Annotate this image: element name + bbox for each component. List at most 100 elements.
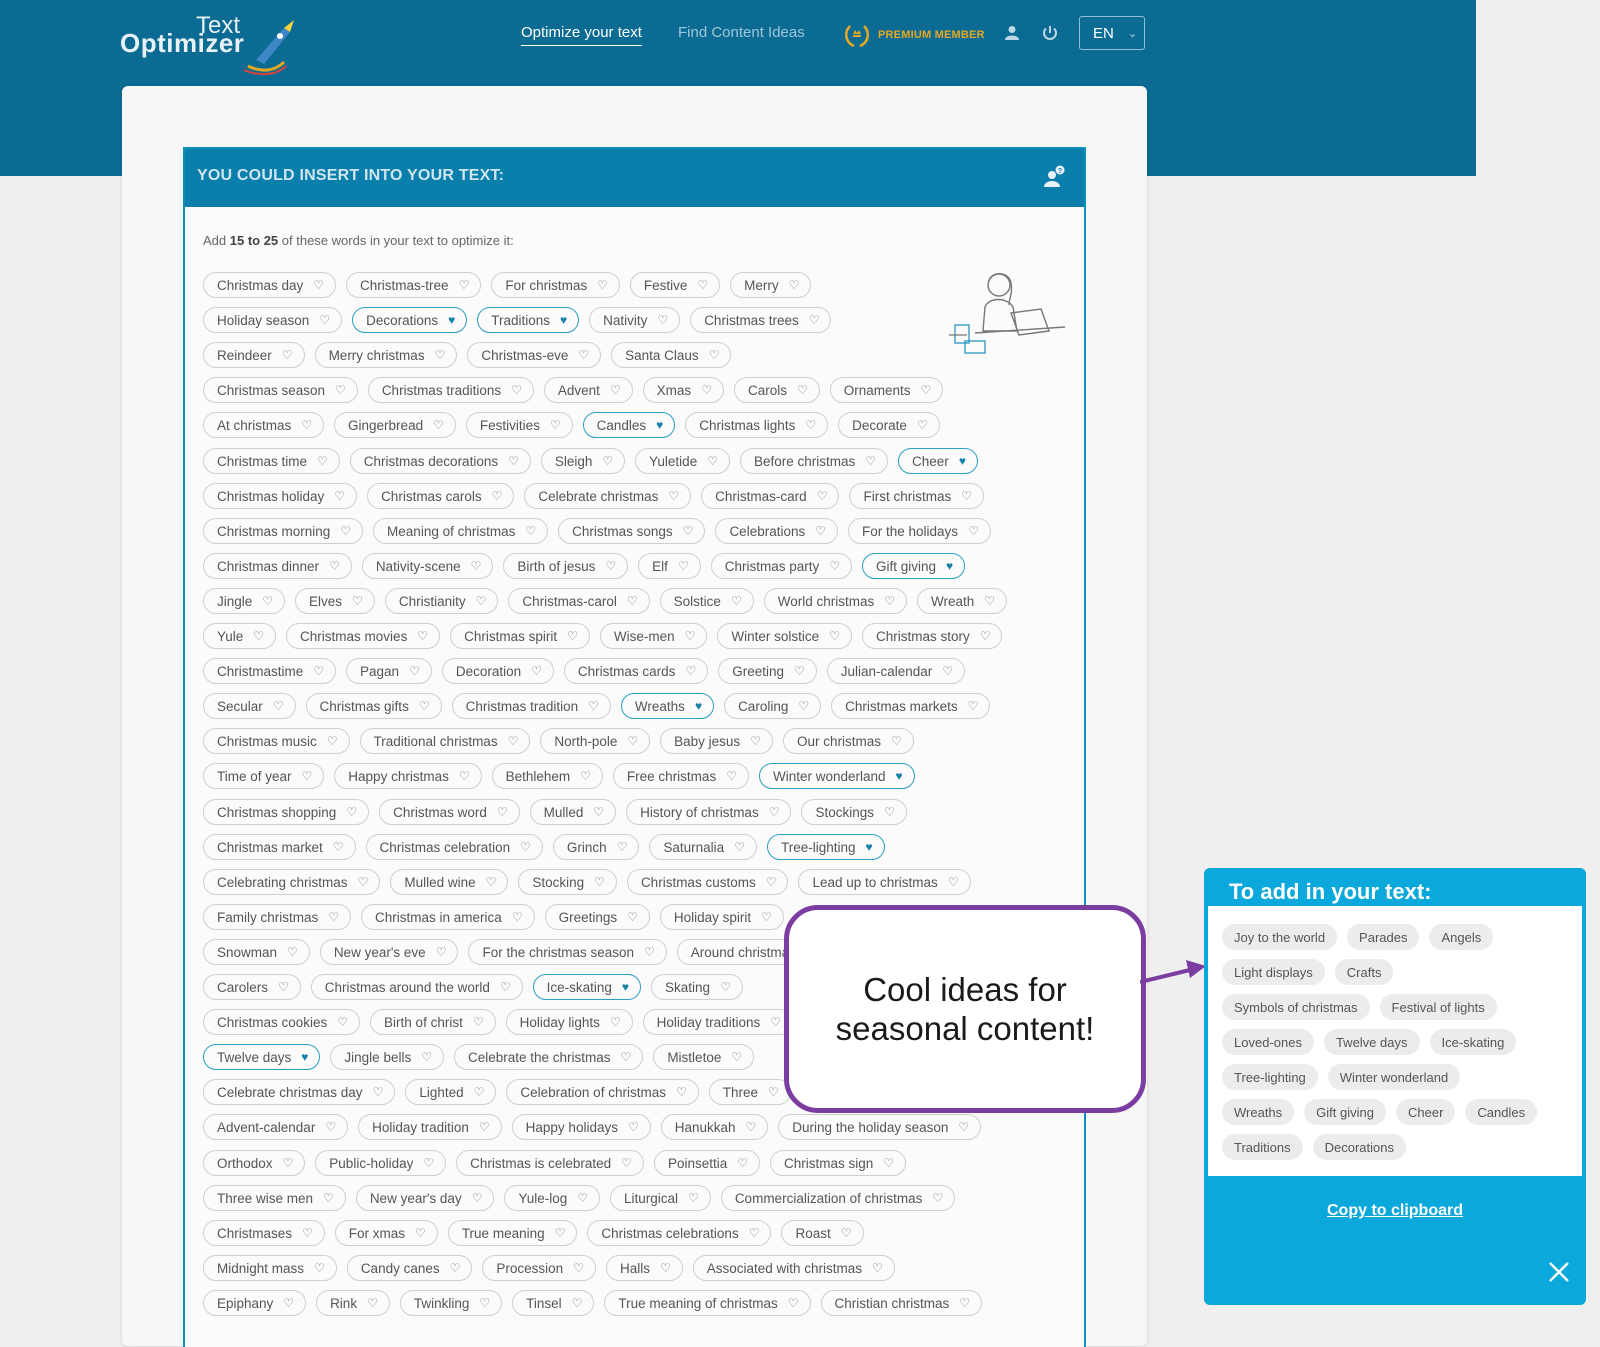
language-select[interactable]: EN ⌄ [1079,16,1145,50]
keyword-tag[interactable]: Julian-calendar ♡ [826,658,966,684]
heart-icon[interactable]: ♡ [531,665,542,677]
keyword-tag[interactable]: Christmas-carol ♡ [508,588,650,614]
keyword-tag[interactable]: Three wise men ♡ [203,1185,346,1211]
selected-word-chip[interactable]: Festival of lights [1379,994,1497,1020]
keyword-tag[interactable]: For xmas ♡ [334,1220,438,1246]
keyword-tag[interactable]: Pagan ♡ [346,658,432,684]
heart-icon[interactable]: ♡ [367,1297,378,1309]
selected-word-chip[interactable]: Gift giving [1304,1099,1386,1125]
heart-icon[interactable]: ♡ [346,806,357,818]
keyword-tag[interactable]: New year's day ♡ [355,1185,495,1211]
keyword-tag[interactable]: Yule-log ♡ [504,1185,601,1211]
heart-icon[interactable]: ♡ [769,806,780,818]
heart-icon[interactable]: ♡ [580,770,591,782]
heart-icon[interactable]: ♡ [720,981,731,993]
heart-icon[interactable]: ♡ [657,314,668,326]
heart-icon[interactable]: ♡ [726,770,737,782]
keyword-tag[interactable]: Christmas spirit ♡ [450,623,590,649]
heart-icon[interactable]: ♡ [621,1157,632,1169]
keyword-tag[interactable]: Candy canes ♡ [346,1255,473,1281]
keyword-tag[interactable]: Procession ♡ [482,1255,596,1281]
heart-icon[interactable]: ♡ [980,630,991,642]
keyword-tag[interactable]: Twinkling ♡ [399,1290,503,1316]
heart-icon[interactable]: ♡ [610,384,621,396]
heart-icon[interactable]: ♡ [335,384,346,396]
keyword-tag[interactable]: Gift giving ♥ [862,553,966,579]
heart-icon[interactable]: ♡ [497,806,508,818]
keyword-tag[interactable]: Stocking ♡ [518,869,617,895]
heart-icon[interactable]: ♡ [329,560,340,572]
keyword-tag[interactable]: Christmas songs ♡ [558,518,706,544]
keyword-tag[interactable]: Epiphany ♡ [203,1290,307,1316]
heart-icon[interactable]: ♥ [896,770,903,782]
keyword-tag[interactable]: Associated with christmas ♡ [692,1255,895,1281]
keyword-tag[interactable]: Three ♡ [708,1079,791,1105]
keyword-tag[interactable]: Saturnalia ♡ [649,834,757,860]
heart-icon[interactable]: ♡ [627,595,638,607]
heart-icon[interactable]: ♡ [701,384,712,396]
heart-icon[interactable]: ♡ [373,1086,384,1098]
keyword-tag[interactable]: Meaning of christmas ♡ [373,518,549,544]
user-icon[interactable] [1003,24,1021,42]
heart-icon[interactable]: ♡ [746,1121,757,1133]
heart-icon[interactable]: ♡ [789,279,800,291]
selected-word-chip[interactable]: Ice-skating [1429,1029,1517,1055]
keyword-tag[interactable]: Christmas shopping ♡ [203,799,370,825]
heart-icon[interactable]: ♡ [809,314,820,326]
heart-icon[interactable]: ♡ [884,806,895,818]
keyword-tag[interactable]: Happy holidays ♡ [511,1114,651,1140]
heart-icon[interactable]: ♡ [660,1262,671,1274]
keyword-tag[interactable]: Christianity ♡ [384,588,499,614]
heart-icon[interactable]: ♡ [283,1297,294,1309]
heart-icon[interactable]: ♥ [448,314,455,326]
keyword-tag[interactable]: Before christmas ♡ [739,448,889,474]
keyword-tag[interactable]: Snowman ♡ [203,939,310,965]
keyword-tag[interactable]: Lead up to christmas ♡ [798,869,971,895]
keyword-tag[interactable]: Skating ♡ [651,974,743,1000]
heart-icon[interactable]: ♡ [617,841,628,853]
heart-icon[interactable]: ♡ [572,1297,583,1309]
heart-icon[interactable]: ♡ [597,279,608,291]
heart-icon[interactable]: ♡ [573,1262,584,1274]
keyword-tag[interactable]: Winter wonderland ♥ [758,763,915,789]
keyword-tag[interactable]: Christmas gifts ♡ [305,693,442,719]
keyword-tag[interactable]: Celebration of christmas ♡ [506,1079,699,1105]
keyword-tag[interactable]: Decorate ♡ [838,412,940,438]
keyword-tag[interactable]: Elves ♡ [295,588,375,614]
keyword-tag[interactable]: Advent-calendar ♡ [203,1114,349,1140]
selected-word-chip[interactable]: Winter wonderland [1327,1064,1461,1090]
keyword-tag[interactable]: Roast ♡ [781,1220,864,1246]
keyword-tag[interactable]: Christmas decorations ♡ [349,448,531,474]
keyword-tag[interactable]: Christmases ♡ [203,1220,325,1246]
text-optimizer-logo[interactable]: Text Optimizer [120,12,320,76]
keyword-tag[interactable]: Greeting ♡ [718,658,817,684]
keyword-tag[interactable]: Festivities ♡ [465,412,573,438]
heart-icon[interactable]: ♡ [433,419,444,431]
heart-icon[interactable]: ♡ [313,665,324,677]
heart-icon[interactable]: ♡ [317,455,328,467]
heart-icon[interactable]: ♡ [472,1192,483,1204]
keyword-tag[interactable]: Christmas season ♡ [203,377,358,403]
keyword-tag[interactable]: Christmas traditions ♡ [367,377,534,403]
heart-icon[interactable]: ♡ [262,595,273,607]
selected-word-chip[interactable]: Light displays [1222,959,1325,985]
heart-icon[interactable]: ♡ [766,876,777,888]
heart-icon[interactable]: ♡ [520,841,531,853]
keyword-tag[interactable]: Poinsettia ♡ [653,1150,760,1176]
keyword-tag[interactable]: Christmas around the world ♡ [310,974,523,1000]
keyword-tag[interactable]: Baby jesus ♡ [660,728,773,754]
keyword-tag[interactable]: For the holidays ♡ [848,518,991,544]
keyword-tag[interactable]: Reindeer ♡ [203,342,305,368]
keyword-tag[interactable]: Christmas is celebrated ♡ [456,1150,644,1176]
heart-icon[interactable]: ♡ [865,455,876,467]
heart-icon[interactable]: ♡ [588,700,599,712]
heart-icon[interactable]: ♡ [415,1227,426,1239]
keyword-tag[interactable]: Wreaths ♥ [620,693,715,719]
heart-icon[interactable]: ♡ [815,525,826,537]
heart-icon[interactable]: ♡ [688,1192,699,1204]
heart-icon[interactable]: ♡ [805,419,816,431]
keyword-tag[interactable]: Ice-skating ♥ [532,974,642,1000]
heart-icon[interactable]: ♡ [479,1121,490,1133]
heart-icon[interactable]: ♡ [328,911,339,923]
keyword-tag[interactable]: Tinsel ♡ [512,1290,595,1316]
